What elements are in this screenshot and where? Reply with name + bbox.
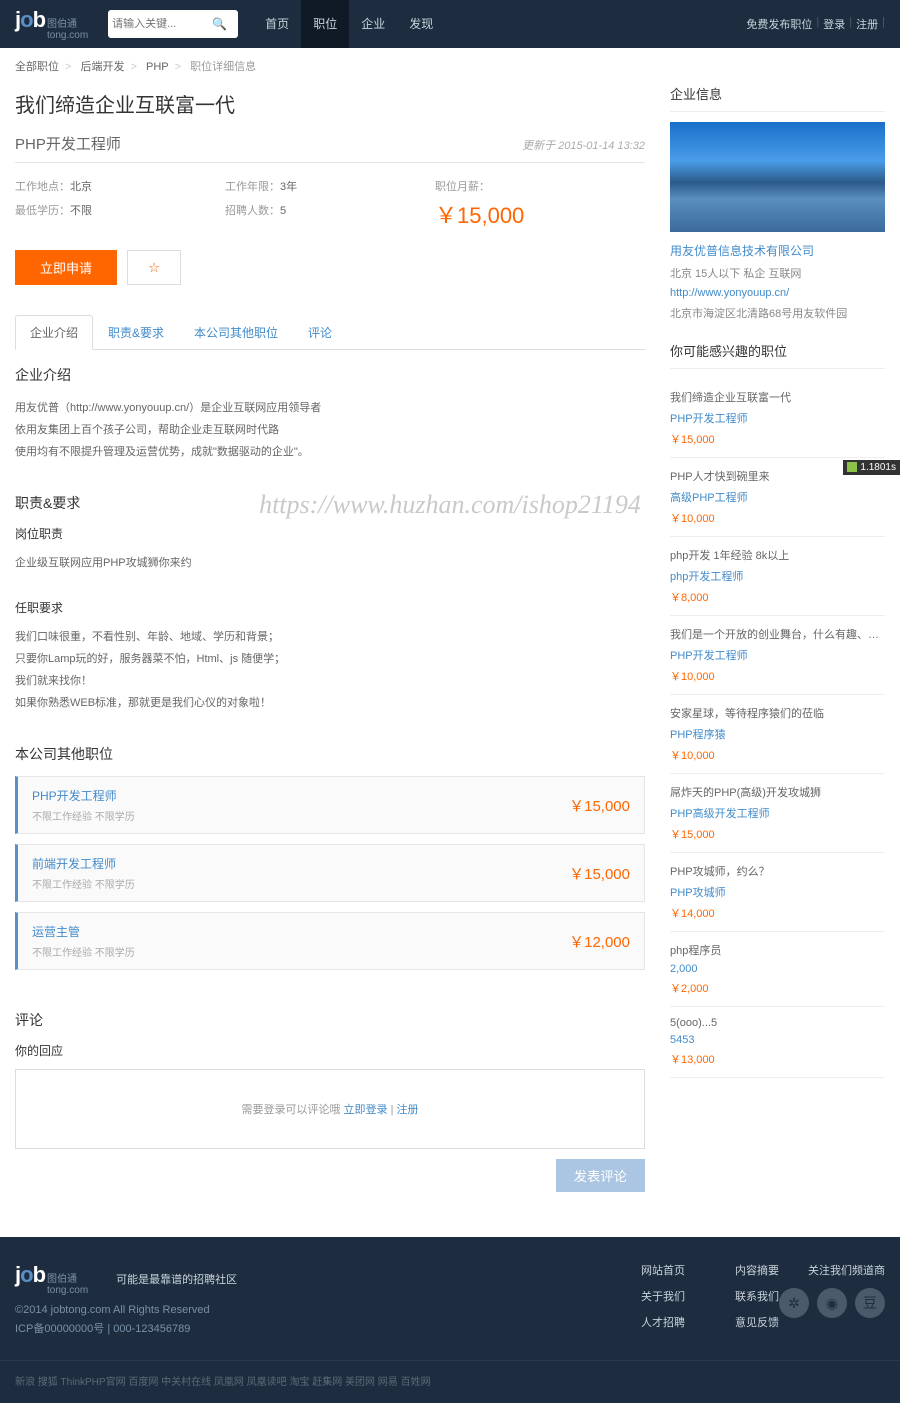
rec-item[interactable]: PHP攻城师，约么？PHP攻城师￥14,000 <box>670 853 885 932</box>
post-job-link[interactable]: 免费发布职位 <box>746 16 812 32</box>
section-intro: 企业介绍 用友优普（http://www.yonyouup.cn/）是企业互联网… <box>15 350 645 478</box>
other-job-item[interactable]: 前端开发工程师不限工作经验 不限学历 ￥15,000 <box>15 844 645 902</box>
login-link[interactable]: 登录 <box>823 16 845 32</box>
footer-link[interactable]: 关于我们 <box>641 1288 685 1304</box>
rec-item[interactable]: 我们缔造企业互联富一代PHP开发工程师￥15,000 <box>670 379 885 458</box>
friend-links: 新浪 搜狐 ThinkPHP官网 百度网 中关村在线 凤凰网 凤凰读吧 淘宝 赶… <box>0 1360 900 1388</box>
crumb-current: 职位详细信息 <box>190 61 256 73</box>
rec-item[interactable]: 5(ooo)...55453￥13,000 <box>670 1007 885 1078</box>
company-section-title: 企业信息 <box>670 84 885 112</box>
nav-jobs[interactable]: 职位 <box>301 0 349 48</box>
comment-register-link[interactable]: 注册 <box>397 1104 419 1116</box>
footer: job图伯通tong.com 可能是最靠谱的招聘社区 ©2014 jobtong… <box>0 1237 900 1403</box>
submit-comment-button[interactable]: 发表评论 <box>556 1159 645 1192</box>
footer-link[interactable]: 人才招聘 <box>641 1314 685 1330</box>
favorite-button[interactable]: ☆ <box>127 250 181 285</box>
crumb-backend[interactable]: 后端开发 <box>81 61 125 73</box>
comment-login-link[interactable]: 立即登录 <box>344 1104 388 1116</box>
section-others: 本公司其他职位 PHP开发工程师不限工作经验 不限学历 ￥15,000 前端开发… <box>15 729 645 995</box>
page-timer: 1.1801s <box>843 460 900 475</box>
company-logo <box>670 122 885 232</box>
user-links: 免费发布职位| 登录| 注册| <box>746 16 885 32</box>
crumb-all[interactable]: 全部职位 <box>15 61 59 73</box>
footer-logo: job图伯通tong.com <box>15 1262 88 1296</box>
job-salary: ￥15,000 <box>435 198 645 230</box>
douban-icon[interactable]: 豆 <box>855 1288 885 1318</box>
other-job-item[interactable]: 运营主管不限工作经验 不限学历 ￥12,000 <box>15 912 645 970</box>
search-box[interactable]: 🔍 <box>108 10 238 38</box>
logo[interactable]: job 图伯通tong.com <box>15 7 88 41</box>
apply-button[interactable]: 立即申请 <box>15 250 117 285</box>
breadcrumb: 全部职位> 后端开发> PHP> 职位详细信息 <box>15 48 885 84</box>
section-comment: 评论 你的回应 需要登录可以评论哦 立即登录 | 注册 发表评论 <box>15 995 645 1207</box>
company-name[interactable]: 用友优普信息技术有限公司 <box>670 242 885 259</box>
footer-link[interactable]: 意见反馈 <box>735 1314 779 1330</box>
comment-box[interactable]: 需要登录可以评论哦 立即登录 | 注册 <box>15 1069 645 1149</box>
top-bar: job 图伯通tong.com 🔍 首页 职位 企业 发现 免费发布职位| 登录… <box>0 0 900 48</box>
other-job-item[interactable]: PHP开发工程师不限工作经验 不限学历 ￥15,000 <box>15 776 645 834</box>
tab-intro[interactable]: 企业介绍 <box>15 315 93 350</box>
company-address: 北京市海淀区北清路68号用友软件园 <box>670 305 885 321</box>
company-meta: 北京 15人以下 私企 互联网 <box>670 265 885 281</box>
company-url[interactable]: http://www.yonyouup.cn/ <box>670 287 885 299</box>
weibo-icon[interactable]: ◉ <box>817 1288 847 1318</box>
tab-duty[interactable]: 职责&要求 <box>93 315 179 350</box>
footer-link[interactable]: 联系我们 <box>735 1288 779 1304</box>
search-icon[interactable]: 🔍 <box>212 17 227 31</box>
rec-item[interactable]: 安家星球，等待程序猿们的莅临PHP程序猿￥10,000 <box>670 695 885 774</box>
job-slogan: 我们缔造企业互联富一代 <box>15 84 645 133</box>
main-nav: 首页 职位 企业 发现 <box>253 0 445 48</box>
job-updated: 更新于 2015-01-14 13:32 <box>522 137 645 153</box>
nav-company[interactable]: 企业 <box>349 0 397 48</box>
nav-home[interactable]: 首页 <box>253 0 301 48</box>
job-tabs: 企业介绍 职责&要求 本公司其他职位 评论 <box>15 315 645 350</box>
tab-others[interactable]: 本公司其他职位 <box>179 315 293 350</box>
job-title: PHP开发工程师 <box>15 133 121 154</box>
register-link[interactable]: 注册 <box>856 16 878 32</box>
rec-item[interactable]: php开发 1年经验 8k以上php开发工程师￥8,000 <box>670 537 885 616</box>
nav-discover[interactable]: 发现 <box>397 0 445 48</box>
search-input[interactable] <box>112 18 212 30</box>
crumb-php[interactable]: PHP <box>146 61 169 73</box>
tab-comment[interactable]: 评论 <box>293 315 347 350</box>
rec-item[interactable]: php程序员2,000￥2,000 <box>670 932 885 1007</box>
wechat-icon[interactable]: ✲ <box>779 1288 809 1318</box>
rec-item[interactable]: 我们是一个开放的创业舞台，什么有趣、够任性、...PHP开发工程师￥10,000 <box>670 616 885 695</box>
footer-link[interactable]: 网站首页 <box>641 1262 685 1278</box>
rec-title: 你可能感兴趣的职位 <box>670 341 885 369</box>
footer-link[interactable]: 内容摘要 <box>735 1262 779 1278</box>
section-duty: 职责&要求 岗位职责 企业级互联网应用PHP攻城狮你来约 任职要求 我们口味很重… <box>15 478 645 729</box>
rec-item[interactable]: 屌炸天的PHP(高级)开发攻城狮PHP高级开发工程师￥15,000 <box>670 774 885 853</box>
